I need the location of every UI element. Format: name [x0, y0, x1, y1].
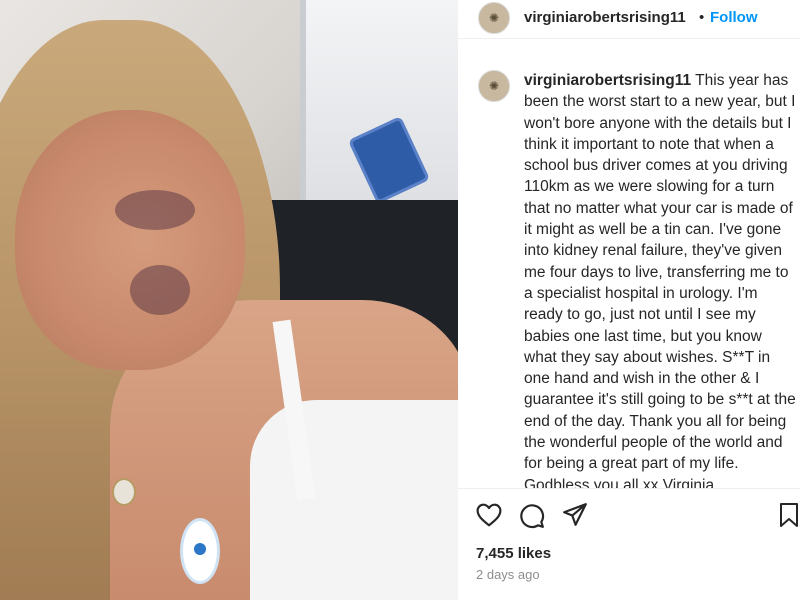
- action-bar: [458, 488, 800, 541]
- face: [15, 110, 245, 370]
- heart-icon[interactable]: [476, 503, 502, 527]
- necklace-pendant: [112, 478, 136, 506]
- paper-plane-icon[interactable]: [562, 503, 588, 527]
- avatar-icon: ✺: [488, 79, 500, 93]
- post-header: ✺ virginiarobertsrising11 • Follow: [458, 0, 800, 39]
- bruise: [115, 190, 195, 230]
- post-photo: [0, 0, 458, 600]
- post-sidebar: ✺ virginiarobertsrising11 • Follow ✺ vir…: [458, 0, 800, 600]
- ecg-electrode: [180, 518, 220, 584]
- post-timestamp[interactable]: 2 days ago: [476, 567, 540, 582]
- bruise: [130, 265, 190, 315]
- caption-username[interactable]: virginiarobertsrising11: [524, 72, 691, 89]
- avatar-icon: ✺: [488, 11, 500, 25]
- caption-text: This year has been the worst start to a …: [524, 72, 796, 488]
- comment-icon[interactable]: [519, 503, 545, 529]
- header-username[interactable]: virginiarobertsrising11: [524, 9, 686, 26]
- caption-avatar[interactable]: ✺: [478, 70, 510, 102]
- separator-dot: •: [699, 9, 705, 26]
- likes-count[interactable]: 7,455 likes: [476, 545, 551, 562]
- follow-button[interactable]: Follow: [710, 9, 758, 26]
- bookmark-icon[interactable]: [778, 503, 800, 527]
- caption-area: ✺ virginiarobertsrising11 This year has …: [458, 54, 800, 488]
- avatar[interactable]: ✺: [478, 2, 510, 34]
- hospital-gown: [250, 400, 458, 600]
- caption: virginiarobertsrising11 This year has be…: [524, 70, 796, 488]
